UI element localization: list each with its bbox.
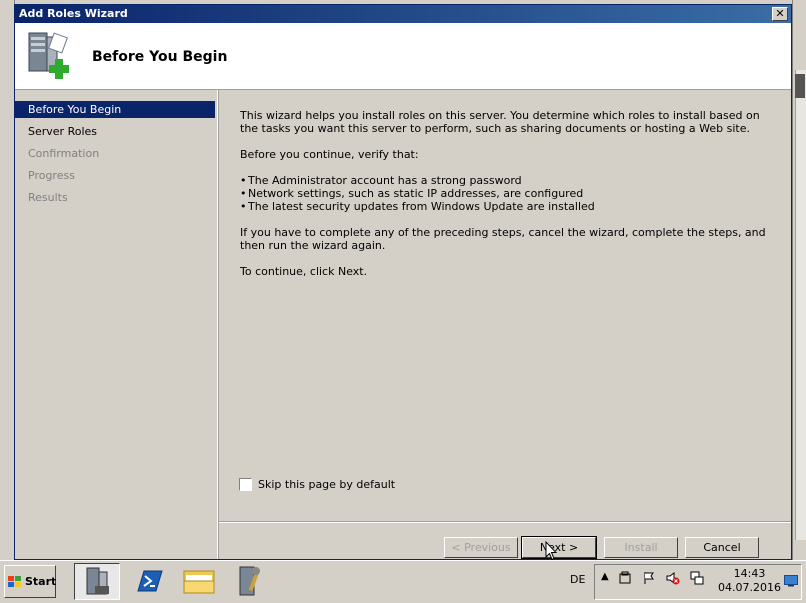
background-scrollbar[interactable] [795,70,806,540]
nav-item-progress: Progress [28,169,75,182]
next-button[interactable]: Next > [521,536,597,559]
background-window-left [0,0,15,560]
tray-device-icon[interactable] [618,571,632,585]
previous-button: < Previous [444,537,518,558]
preceding-steps-text: If you have to complete any of the prece… [240,226,766,252]
add-roles-wizard-window: Add Roles Wizard ✕ Before You Begin Befo… [14,4,792,560]
nav-item-server-roles[interactable]: Server Roles [15,123,215,140]
show-desktop-icon[interactable] [784,575,798,587]
clock[interactable]: 14:43 04.07.2016 [718,567,781,595]
taskbar-app-admin-tools[interactable] [226,563,272,600]
wizard-steps-nav: Before You Begin Server Roles Confirmati… [15,90,218,559]
window-title: Add Roles Wizard [19,7,128,20]
server-roles-add-icon [28,32,69,79]
start-label: Start [25,575,57,588]
action-center-flag-icon[interactable] [642,571,656,585]
nav-item-before-you-begin[interactable]: Before You Begin [15,101,215,118]
skip-page-label[interactable]: Skip this page by default [258,478,395,491]
list-item: The latest security updates from Windows… [240,200,775,213]
show-hidden-icons-chevron-icon[interactable]: ▲ [601,571,609,582]
nav-item-results: Results [28,191,68,204]
clock-time: 14:43 [733,567,766,580]
server-manager-icon [86,567,109,595]
intro-text: This wizard helps you install roles on t… [240,109,760,135]
page-title: Before You Begin [92,49,228,65]
wizard-content: This wizard helps you install roles on t… [240,109,775,291]
nav-item-confirmation: Confirmation [28,147,100,160]
verify-text: Before you continue, verify that: [240,148,419,161]
wizard-header: Before You Begin [15,23,791,90]
clock-date: 04.07.2016 [718,581,781,594]
button-separator [219,521,791,523]
background-window-right [792,0,806,560]
windows-flag-icon [8,576,21,587]
taskbar-app-powershell[interactable] [126,563,172,600]
start-button[interactable]: Start [4,565,56,598]
taskbar: Start DE ▲ 14:43 04.07.2016 [0,560,806,603]
admin-tools-icon [239,566,260,596]
mouse-cursor-icon [545,541,557,561]
continue-text: To continue, click Next. [240,265,368,278]
volume-muted-icon[interactable] [666,571,680,585]
taskbar-app-server-manager[interactable] [74,563,120,600]
network-icon[interactable] [690,571,704,585]
powershell-icon [137,570,163,592]
title-bar[interactable]: Add Roles Wizard ✕ [15,5,791,23]
explorer-folder-icon [183,570,215,594]
cancel-button[interactable]: Cancel [685,537,759,558]
checklist: The Administrator account has a strong p… [240,174,775,213]
taskbar-app-explorer[interactable] [176,563,222,600]
language-indicator[interactable]: DE [570,573,585,586]
skip-page-checkbox[interactable] [239,478,252,491]
list-item: The Administrator account has a strong p… [240,174,775,187]
background-scrollbar-thumb[interactable] [795,74,805,98]
close-button[interactable]: ✕ [772,7,788,21]
install-button: Install [604,537,678,558]
list-item: Network settings, such as static IP addr… [240,187,775,200]
